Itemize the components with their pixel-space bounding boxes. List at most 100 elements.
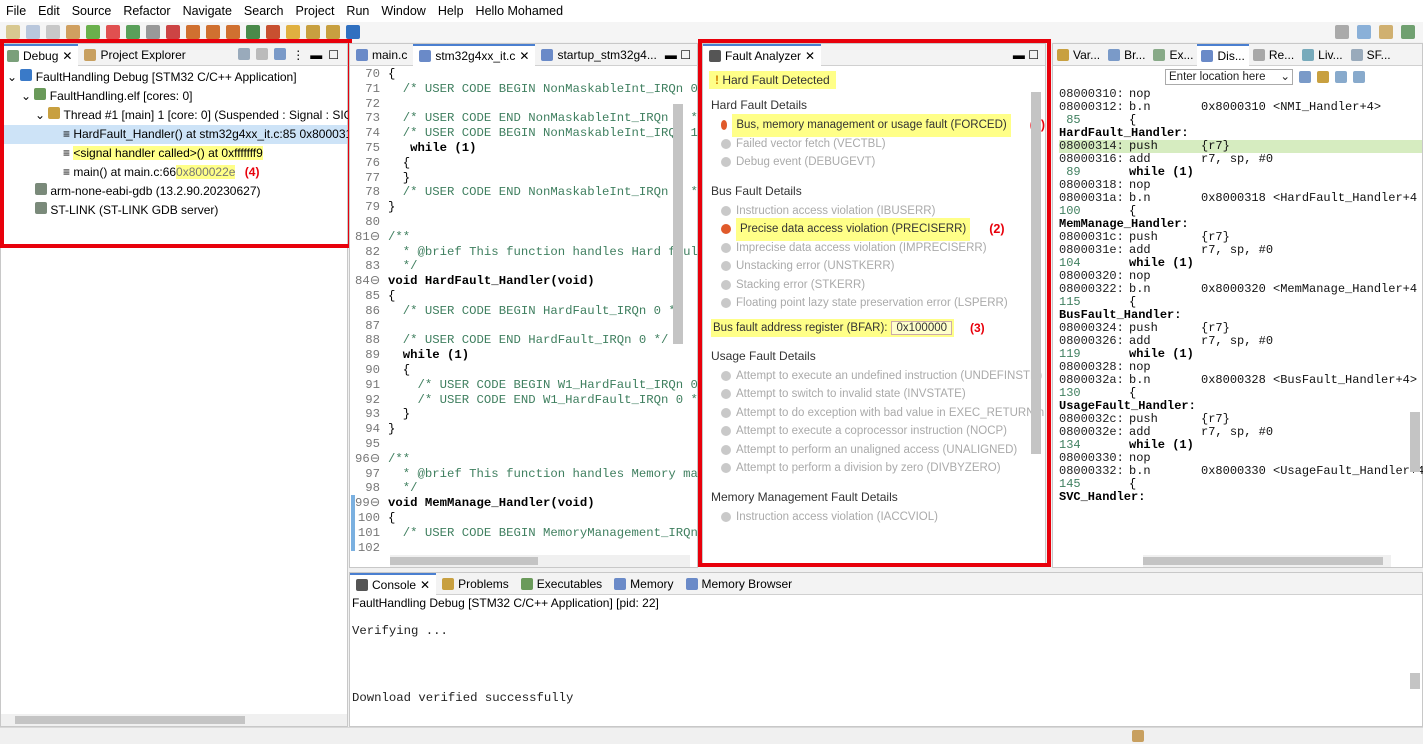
tab-stm32g4xx-it[interactable]: stm32g4xx_it.c ✕ <box>413 43 536 66</box>
disasm-list[interactable]: 08000310: nop 08000312: b.n 0x8000310 <NMI_… <box>1053 88 1423 504</box>
close-icon[interactable]: ✕ <box>519 49 529 63</box>
stop-icon[interactable] <box>166 25 180 39</box>
info-icon[interactable] <box>346 25 360 39</box>
tab-right-1[interactable]: Br... <box>1104 44 1149 66</box>
menu-item[interactable]: Window <box>381 4 425 18</box>
status-icon[interactable] <box>1132 730 1144 742</box>
debug-hscrollbar[interactable] <box>1 714 347 726</box>
search-toolbar-icon[interactable] <box>286 25 300 39</box>
code-line: 92 /* USER CODE END W1_HardFault_IRQn 0 … <box>350 392 705 408</box>
disasm-instruction: while (1) <box>1129 438 1194 452</box>
console-vscroll-thumb[interactable] <box>1410 673 1420 689</box>
tab-label: Re... <box>1268 47 1295 62</box>
code-text: /* USER CODE END HardFault_IRQn 0 */ <box>388 333 669 348</box>
code-text: /* USER CODE BEGIN W1_HardFault_IRQn 0 <box>388 377 698 392</box>
back-icon[interactable] <box>306 25 320 39</box>
line-number: 93 <box>365 407 380 422</box>
tab-startup[interactable]: startup_stm32g4... <box>535 44 662 66</box>
forward-icon[interactable] <box>326 25 340 39</box>
chevron-down-icon[interactable]: ⌄ <box>1280 70 1292 84</box>
save-icon[interactable] <box>26 25 40 39</box>
menu-item[interactable]: Edit <box>38 4 60 18</box>
editor-tabbar: main.c stm32g4xx_it.c ✕ startup_stm32g4..… <box>350 43 697 66</box>
build-icon[interactable] <box>66 25 80 39</box>
tab-right-2[interactable]: Ex... <box>1149 44 1197 66</box>
line-number: 92 <box>365 392 380 407</box>
menu-item[interactable]: Source <box>72 4 112 18</box>
close-icon[interactable]: ✕ <box>420 578 430 592</box>
link-icon[interactable] <box>1299 71 1311 83</box>
external-tools-icon[interactable] <box>266 25 280 39</box>
save-all-icon[interactable] <box>46 25 60 39</box>
menu-item[interactable]: Refactor <box>123 4 170 18</box>
editor-hscrollbar[interactable] <box>390 555 690 567</box>
scroll-thumb[interactable] <box>15 716 245 724</box>
home-icon[interactable] <box>1317 71 1329 83</box>
view-icon <box>356 578 368 591</box>
tab-label: Memory Browser <box>701 576 793 591</box>
tab-main-c[interactable]: main.c <box>350 44 413 66</box>
disasm-vscroll-thumb[interactable] <box>1410 412 1420 472</box>
code-text: } <box>388 200 396 215</box>
menu-item[interactable]: Project <box>296 4 335 18</box>
suspend-icon[interactable] <box>146 25 160 39</box>
disasm-instruction: MemManage_Handler: <box>1059 217 1189 231</box>
minimize-icon[interactable]: ▬ ☐ <box>665 48 697 62</box>
annotation-box-fault-analyzer <box>698 39 1051 567</box>
refresh-icon[interactable] <box>1335 71 1347 83</box>
step-return-icon[interactable] <box>226 25 240 39</box>
code-line: 90 { <box>350 363 697 378</box>
tab-console-0[interactable]: Console ✕ <box>350 572 437 595</box>
step-into-icon[interactable] <box>186 25 200 39</box>
code-line: 80 <box>350 215 697 230</box>
console-output[interactable]: Verifying ... Download verified successf… <box>350 612 1422 705</box>
scroll-thumb[interactable] <box>390 557 538 565</box>
menu-item[interactable]: Search <box>244 4 284 18</box>
tab-console-4[interactable]: Memory Browser <box>680 573 799 595</box>
cpp-perspective-icon[interactable] <box>1379 25 1393 39</box>
view-icon <box>442 577 455 590</box>
code-line: 79} <box>350 200 697 215</box>
menu-item[interactable]: Run <box>346 4 369 18</box>
menu-item[interactable]: Navigate <box>183 4 232 18</box>
console-line: Download verified successfully <box>352 691 574 705</box>
line-number: 80 <box>365 214 380 229</box>
tab-right-6[interactable]: SF... <box>1347 44 1395 66</box>
tab-console-3[interactable]: Memory <box>608 573 679 595</box>
run-icon[interactable] <box>246 25 260 39</box>
terminate-icon[interactable] <box>106 25 120 39</box>
tab-right-5[interactable]: Liv... <box>1298 44 1346 66</box>
sync-icon[interactable] <box>1353 71 1365 83</box>
resume-icon[interactable] <box>126 25 140 39</box>
code-line: 83 */ <box>350 259 697 274</box>
code-line: 78 /* USER CODE END NonMaskableInt_IRQn … <box>350 185 705 200</box>
editor-vscroll-thumb[interactable] <box>673 104 683 344</box>
menu-item[interactable]: File <box>6 4 26 18</box>
search-icon[interactable] <box>1335 25 1349 39</box>
perspective-icon[interactable] <box>1357 25 1371 39</box>
line-number: 81⊖ <box>354 229 380 244</box>
location-input[interactable]: Enter location here ⌄ <box>1165 69 1293 85</box>
new-icon[interactable] <box>6 25 20 39</box>
tab-console-1[interactable]: Problems <box>436 573 515 595</box>
console-view: Console ✕ Problems Executables Memory Memory … <box>349 572 1423 727</box>
code-text: } <box>388 407 411 422</box>
menu-item[interactable]: Help <box>438 4 464 18</box>
code-text: * @brief This function handles Memory ma… <box>388 466 706 481</box>
disasm-hscrollbar[interactable] <box>1143 555 1391 567</box>
tab-console-2[interactable]: Executables <box>515 573 608 595</box>
tab-right-4[interactable]: Re... <box>1249 44 1298 66</box>
code-line: 91 /* USER CODE BEGIN W1_HardFault_IRQn … <box>350 377 698 393</box>
code-text: */ <box>388 259 418 274</box>
debug-icon[interactable] <box>86 25 100 39</box>
debug-perspective-icon[interactable] <box>1401 25 1415 39</box>
code-area[interactable]: 70 {71 /* USER CODE BEGIN NonMaskableInt_… <box>350 66 705 555</box>
code-text: /* USER CODE END NonMaskableInt_IRQn 1 *… <box>388 185 706 200</box>
disasm-line: 0800031a: b.n 0x8000318 <HardFault_Handle… <box>1059 192 1422 205</box>
menu-item[interactable]: Hello Mohamed <box>476 4 564 18</box>
step-over-icon[interactable] <box>206 25 220 39</box>
tab-right-0[interactable]: Var... <box>1053 44 1104 66</box>
code-line: 72 <box>350 97 697 112</box>
tab-right-3[interactable]: Dis... <box>1197 43 1249 66</box>
scroll-thumb[interactable] <box>1143 557 1383 565</box>
